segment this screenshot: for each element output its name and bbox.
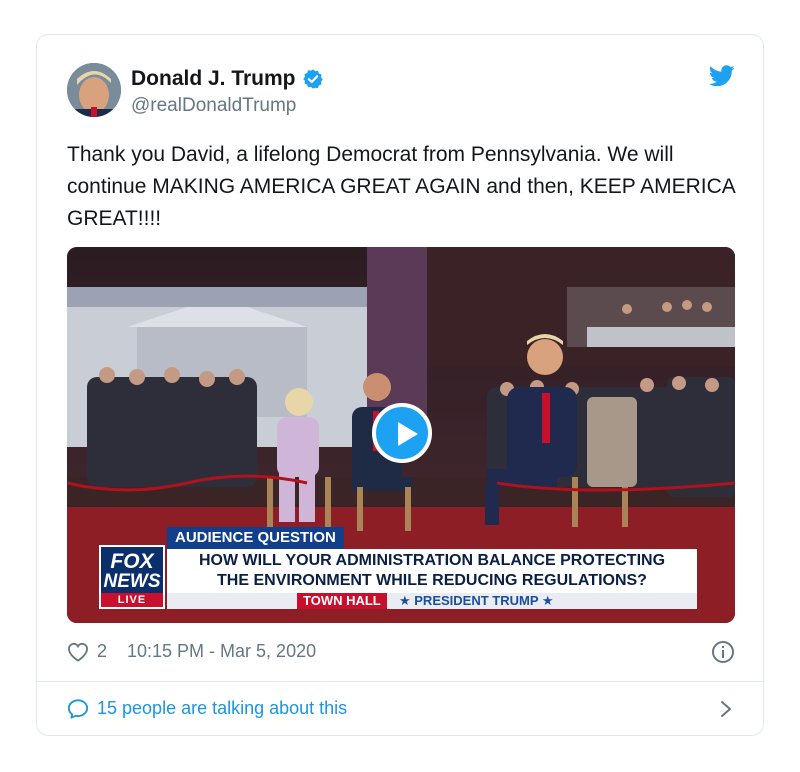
like-count: 2 [97,641,108,661]
logo-fox: FOX [110,550,154,573]
tweet-card[interactable]: Donald J. Trump @realDonaldTrump Thank y… [36,34,764,736]
video-player[interactable]: AUDIENCE QUESTION HOW WILL YOUR ADMINIST… [67,247,735,623]
speech-bubble-icon [67,699,89,719]
author-name[interactable]: Donald J. Trump [131,67,296,91]
author-handle[interactable]: @realDonaldTrump [131,95,296,117]
news-chyron: AUDIENCE QUESTION HOW WILL YOUR ADMINIST… [67,527,735,623]
chyron-question: HOW WILL YOUR ADMINISTRATION BALANCE PRO… [167,549,697,593]
tweet-timestamp[interactable]: 10:15 PM - Mar 5, 2020 [127,641,316,662]
question-line-2: THE ENVIRONMENT WHILE REDUCING REGULATIO… [217,572,647,589]
verified-badge-icon [302,69,323,89]
tweet-header: Donald J. Trump @realDonaldTrump [67,63,735,119]
heart-icon[interactable] [67,642,89,662]
chyron-lower-bar: TOWN HALL ★ PRESIDENT TRUMP ★ [167,593,697,609]
president-label: ★ PRESIDENT TRUMP ★ [399,593,554,608]
chyron-label: AUDIENCE QUESTION [167,527,344,549]
logo-news: NEWS [103,571,161,592]
tweet-text: Thank you David, a lifelong Democrat fro… [67,143,735,230]
talking-label: 15 people are talking about this [97,698,348,718]
town-hall-label: TOWN HALL [297,593,387,609]
play-button[interactable] [372,403,432,463]
fox-news-logo: FOX NEWS LIVE [99,545,165,609]
divider [37,681,763,682]
avatar[interactable] [67,63,121,117]
tweet-meta: 2 10:15 PM - Mar 5, 2020 [67,639,735,665]
info-icon[interactable] [711,640,735,664]
conversation-link[interactable]: 15 people are talking about this [67,695,735,723]
chevron-right-icon[interactable] [719,700,733,718]
question-line-1: HOW WILL YOUR ADMINISTRATION BALANCE PRO… [198,552,666,569]
twitter-bird-icon[interactable] [709,65,735,87]
logo-live: LIVE [101,593,163,607]
